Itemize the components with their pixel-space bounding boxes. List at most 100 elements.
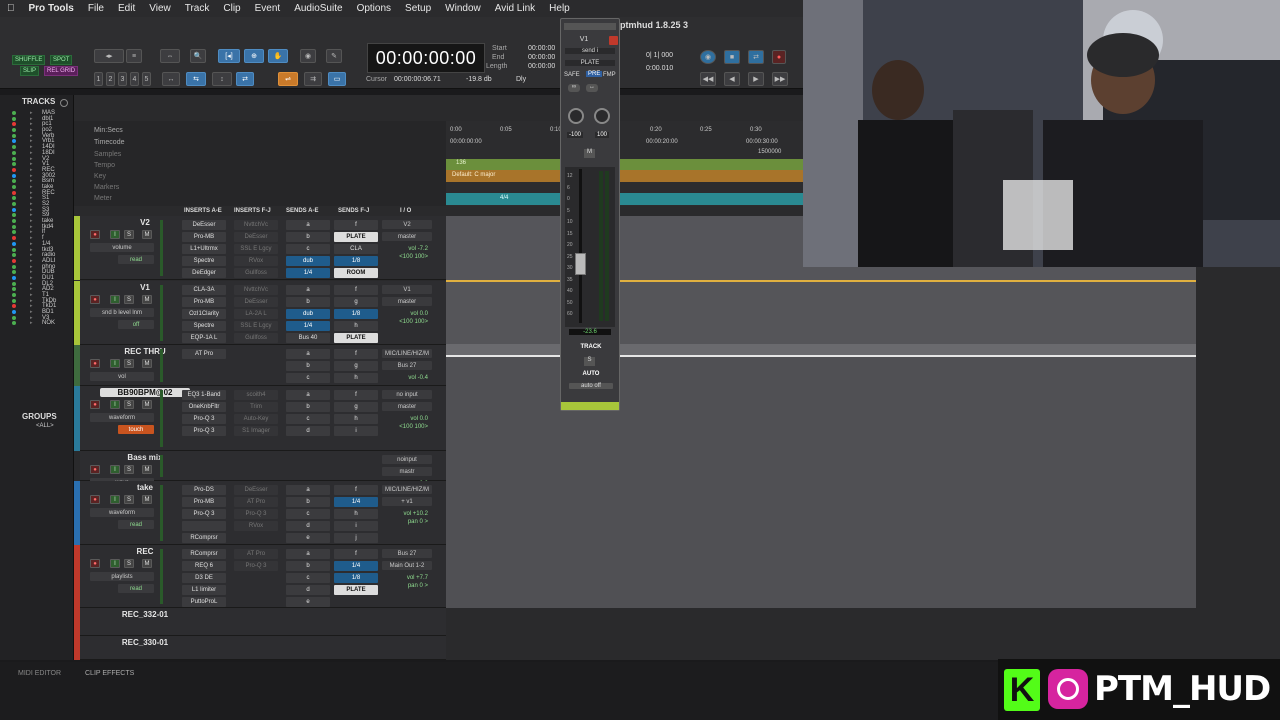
insert-slot[interactable]: SSL E Lgcy (234, 244, 278, 254)
io-selector[interactable]: mastr (382, 467, 432, 476)
io-selector[interactable]: master (382, 402, 432, 411)
track-visibility-icon[interactable] (12, 133, 16, 138)
send-slot[interactable]: b (286, 402, 330, 412)
track-visibility-icon[interactable] (12, 139, 16, 144)
send-slot[interactable]: h (334, 509, 378, 519)
send-slot[interactable]: a (286, 349, 330, 359)
zoom-vertical-button[interactable]: ≡ (126, 49, 142, 63)
send-slot[interactable]: c (286, 373, 330, 383)
send-slot[interactable]: c (286, 414, 330, 424)
track-visibility-icon[interactable] (12, 315, 16, 320)
menu-audiosuite[interactable]: AudioSuite (287, 3, 349, 14)
insert-slot[interactable]: AT Pro (234, 497, 278, 507)
solo-button[interactable]: S (124, 295, 134, 304)
track-color-bar[interactable] (74, 345, 80, 386)
insert-slot[interactable]: RComprsr (182, 533, 226, 543)
track-visibility-icon[interactable] (12, 270, 16, 275)
track-view-selector[interactable]: waveform (90, 508, 154, 517)
volume-readout[interactable]: vol 0.0 (382, 311, 428, 318)
menu-options[interactable]: Options (350, 3, 398, 14)
io-selector[interactable]: V1 (382, 285, 432, 294)
insert-slot[interactable]: OneKnbFltr (182, 402, 226, 412)
strip-track-name[interactable]: V1 (565, 36, 603, 43)
track-visibility-icon[interactable] (12, 287, 16, 292)
back-icon[interactable]: ◀ (724, 72, 740, 86)
send-slot[interactable]: b (286, 361, 330, 371)
insert-slot[interactable]: DeEsser (234, 232, 278, 242)
solo-button[interactable]: S (124, 495, 134, 504)
send-slot[interactable]: c (286, 573, 330, 583)
track-color-bar[interactable] (74, 386, 80, 451)
send-slot[interactable]: a (286, 549, 330, 559)
rewind-icon[interactable]: ◀◀ (700, 72, 716, 86)
input-monitor-button[interactable]: I (110, 359, 120, 368)
menu-help[interactable]: Help (542, 3, 577, 14)
track-color-bar[interactable] (74, 481, 80, 545)
track-name[interactable]: Bass mix (100, 453, 190, 462)
zoom-preset-1[interactable]: 1 (94, 72, 103, 86)
menu-clip[interactable]: Clip (216, 3, 247, 14)
send-slot[interactable]: CLA (334, 244, 378, 254)
strip-mute-button[interactable]: M (584, 149, 595, 158)
close-icon[interactable] (609, 36, 618, 45)
track-visibility-icon[interactable] (12, 207, 16, 212)
track-visibility-icon[interactable] (12, 258, 16, 263)
menu-track[interactable]: Track (178, 3, 217, 14)
track-visibility-icon[interactable] (12, 298, 16, 303)
insert-slot[interactable]: Spectre (182, 321, 226, 331)
insert-slot[interactable]: EQP-1A L (182, 333, 226, 343)
track-visibility-icon[interactable] (12, 275, 16, 280)
strip-fmp-button[interactable]: FMP (603, 72, 616, 78)
track-name[interactable]: V1 (100, 283, 190, 292)
send-slot[interactable]: a (286, 390, 330, 400)
pan-right-knob-icon[interactable] (594, 108, 610, 124)
link-track-icon[interactable]: ↕ (212, 72, 232, 86)
track-visibility-icon[interactable] (12, 264, 16, 269)
insert-slot[interactable]: Pro-Q 3 (182, 426, 226, 436)
wave-icon[interactable]: ▭ (328, 72, 346, 86)
track-visibility-icon[interactable] (12, 173, 16, 178)
insert-slot[interactable]: Pro-MB (182, 232, 226, 242)
insert-slot[interactable]: RVox (234, 256, 278, 266)
track-visibility-icon[interactable] (12, 202, 16, 206)
menu-event[interactable]: Event (248, 3, 288, 14)
mute-button[interactable]: M (142, 359, 152, 368)
insert-slot[interactable]: REQ 6 (182, 561, 226, 571)
send-slot[interactable]: a (286, 485, 330, 495)
track-visibility-icon[interactable] (12, 190, 16, 195)
track-visibility-icon[interactable] (12, 281, 16, 286)
track-visibility-icon[interactable] (12, 184, 16, 189)
send-slot[interactable]: g (334, 361, 378, 371)
trim-tool-icon[interactable]: [◂] (218, 49, 240, 63)
zoom-horizontal-button[interactable]: ◂▸ (94, 49, 124, 63)
loop-icon[interactable]: ⇉ (304, 72, 322, 86)
track-visibility-icon[interactable] (12, 247, 16, 252)
track-visibility-icon[interactable] (12, 213, 16, 218)
pan-readout[interactable]: <100 100> (382, 254, 428, 261)
track-visibility-icon[interactable] (12, 116, 16, 121)
track-color-bar[interactable] (74, 608, 80, 636)
track-visibility-icon[interactable] (12, 122, 16, 127)
menu-window[interactable]: Window (438, 3, 488, 14)
insert-slot[interactable]: NvttchVc (234, 220, 278, 230)
send-slot[interactable]: e (286, 533, 330, 543)
send-slot[interactable]: f (334, 285, 378, 295)
send-slot[interactable]: e (286, 597, 330, 607)
insert-slot[interactable] (182, 521, 226, 531)
io-selector[interactable]: Bus 27 (382, 361, 432, 370)
track-color-bar[interactable] (74, 216, 80, 280)
track-name[interactable]: REC_330-01 (100, 638, 190, 647)
clip-area[interactable] (446, 216, 1196, 608)
insert-slot[interactable]: Trim (234, 402, 278, 412)
insert-slot[interactable]: AT Pro (234, 549, 278, 559)
lane-rec-thru[interactable] (446, 344, 1196, 355)
pan-readout[interactable]: <100 100> (382, 319, 428, 326)
online-icon[interactable]: ◉ (700, 50, 716, 64)
apple-menu-icon[interactable]:  (0, 3, 22, 14)
send-slot[interactable]: 1/4 (334, 561, 378, 571)
insert-slot[interactable]: scoith4 (234, 390, 278, 400)
send-slot[interactable]: PLATE (334, 333, 378, 343)
expand-triangle-icon[interactable]: ▸ (30, 320, 33, 326)
track-visibility-icon[interactable] (12, 236, 16, 241)
tab-clip-effects[interactable]: CLIP EFFECTS (85, 670, 134, 677)
